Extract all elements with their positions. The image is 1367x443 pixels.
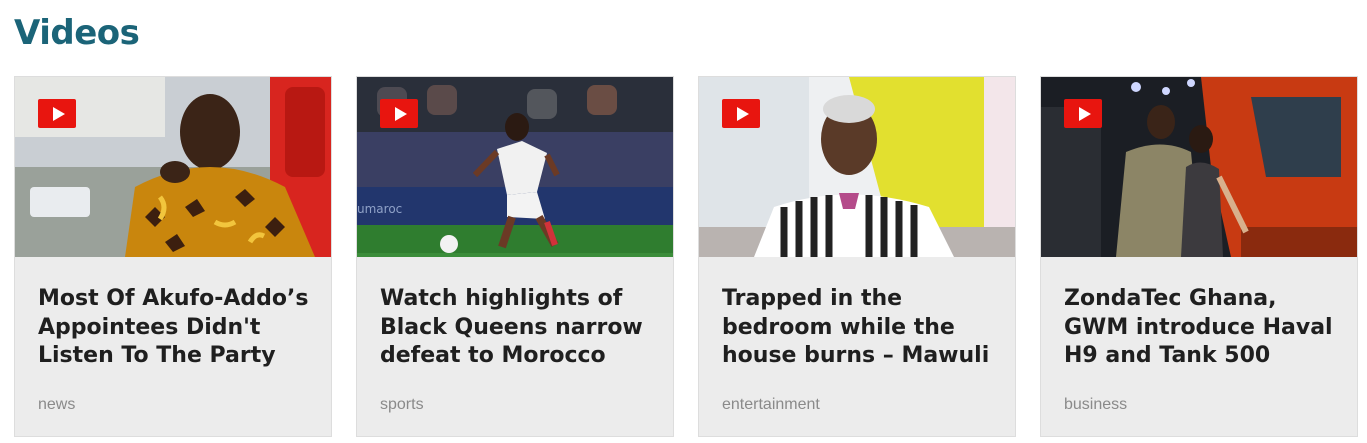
- svg-text:umaroc: umaroc: [357, 202, 402, 216]
- video-card-list: Most Of Akufo-Addo’s Appointees Didn't L…: [14, 76, 1358, 438]
- video-card[interactable]: Trapped in the bedroom while the house b…: [698, 76, 1016, 437]
- play-icon[interactable]: [722, 99, 760, 128]
- video-thumbnail[interactable]: umaroc: [357, 77, 673, 257]
- video-title[interactable]: Watch highlights of Black Queens narrow …: [380, 285, 660, 371]
- video-thumbnail[interactable]: [699, 77, 1015, 257]
- video-card[interactable]: umaroc Watch highlights of Black Queens …: [356, 76, 674, 437]
- video-thumbnail[interactable]: [1041, 77, 1357, 257]
- video-title[interactable]: ZondaTec Ghana, GWM introduce Haval H9 a…: [1064, 285, 1344, 371]
- video-category[interactable]: sports: [380, 396, 424, 414]
- video-category[interactable]: news: [38, 396, 75, 414]
- video-card[interactable]: Most Of Akufo-Addo’s Appointees Didn't L…: [14, 76, 332, 437]
- video-thumbnail[interactable]: [15, 77, 331, 257]
- video-title[interactable]: Trapped in the bedroom while the house b…: [722, 285, 1002, 371]
- video-category[interactable]: entertainment: [722, 396, 820, 414]
- play-icon[interactable]: [380, 99, 418, 128]
- video-card[interactable]: ZondaTec Ghana, GWM introduce Haval H9 a…: [1040, 76, 1358, 437]
- video-title[interactable]: Most Of Akufo-Addo’s Appointees Didn't L…: [38, 285, 318, 371]
- play-icon[interactable]: [1064, 99, 1102, 128]
- section-title: Videos: [14, 13, 140, 53]
- video-category[interactable]: business: [1064, 396, 1127, 414]
- play-icon[interactable]: [38, 99, 76, 128]
